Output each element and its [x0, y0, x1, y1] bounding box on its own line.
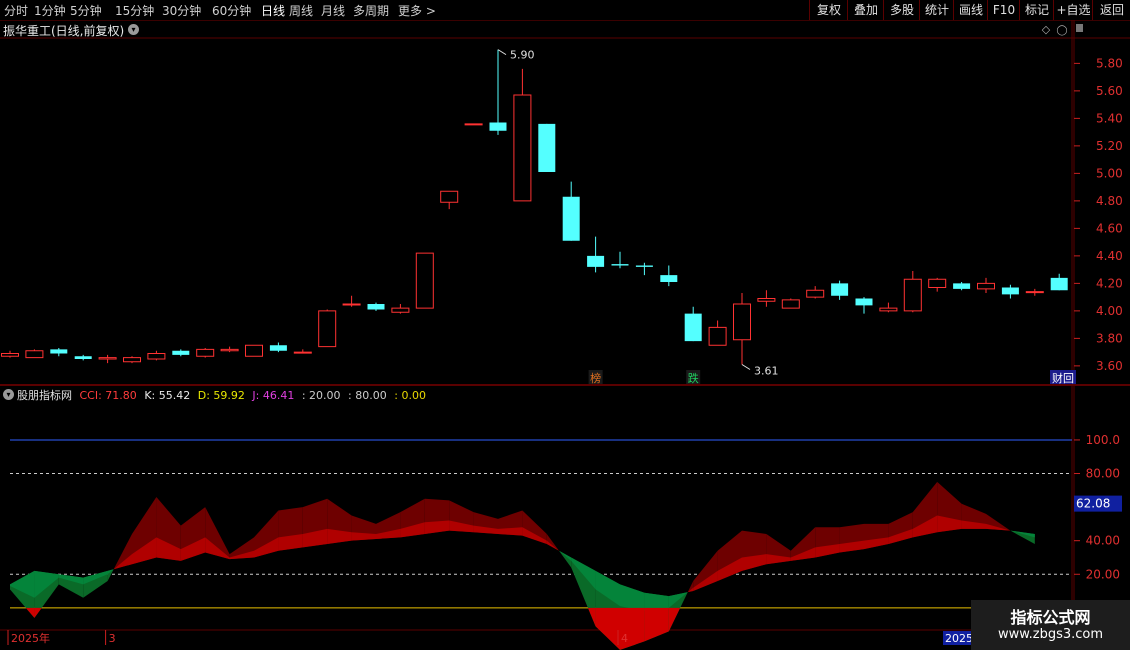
- date-axis-label: 4: [621, 632, 628, 645]
- candle-body: [611, 264, 629, 266]
- candle-body: [757, 298, 776, 302]
- indicator-axis-label: 100.0: [1086, 433, 1120, 447]
- candle-body: [1050, 277, 1068, 291]
- low-price-label: 3.61: [754, 365, 779, 378]
- candle-body: [293, 351, 312, 354]
- candle-body: [903, 278, 922, 312]
- oversold-fill: [595, 607, 620, 650]
- candle-body: [831, 283, 849, 296]
- candle-body: [196, 348, 215, 357]
- band-k-d: [424, 520, 450, 534]
- candle-body: [245, 344, 263, 357]
- candle-body: [708, 326, 727, 346]
- price-axis-label: 4.00: [1096, 304, 1123, 318]
- candle-body: [1025, 291, 1044, 294]
- price-axis-label: 3.60: [1096, 359, 1123, 373]
- watermark: 指标公式网 www.zbgs3.com: [971, 600, 1130, 650]
- candle-body: [415, 252, 434, 309]
- candle-body: [1001, 287, 1019, 295]
- date-axis-label: 3: [109, 632, 116, 645]
- high-arrow: [497, 49, 507, 56]
- kline-chart[interactable]: 5.80 5.60 5.40 5.20 5.00 4.80 4.60 4.40 4.20 4.00…: [0, 0, 1130, 650]
- corner-badge: 财回: [1052, 371, 1074, 385]
- price-axis-label: 5.80: [1096, 56, 1123, 70]
- candle-body: [318, 310, 337, 348]
- event-marker: 跌: [688, 371, 699, 385]
- candle-body: [440, 190, 459, 203]
- candle-body: [513, 94, 532, 202]
- candle-body: [928, 278, 947, 288]
- candle-body: [367, 304, 385, 310]
- price-axis-label: 4.80: [1096, 194, 1123, 208]
- date-axis-label: 2025年: [11, 631, 50, 645]
- high-price-label: 5.90: [510, 49, 535, 62]
- candle-body: [587, 255, 605, 267]
- candle-body: [50, 349, 68, 354]
- price-axis-label: 4.40: [1096, 249, 1123, 263]
- candle-body: [464, 123, 483, 126]
- candle-body: [684, 313, 702, 342]
- oversold-fill: [34, 607, 42, 618]
- candle-body: [806, 289, 825, 298]
- scroll-icon: [1076, 24, 1083, 32]
- price-axis-label: 4.20: [1096, 276, 1123, 290]
- price-axis-label: 5.00: [1096, 166, 1123, 180]
- candle-body: [220, 348, 239, 352]
- candle-body: [562, 196, 580, 241]
- oversold-fill: [668, 607, 681, 632]
- price-axis-label: 5.60: [1096, 84, 1123, 98]
- candle-body: [733, 303, 751, 341]
- candle-body: [98, 357, 117, 360]
- price-axis-label: 3.80: [1096, 331, 1123, 345]
- price-axis-label: 5.20: [1096, 139, 1123, 153]
- watermark-title: 指标公式网: [1010, 608, 1091, 627]
- oversold-fill: [25, 607, 35, 618]
- candle-body: [342, 303, 361, 306]
- candle-body: [74, 356, 92, 359]
- current-value-label: 62.08: [1076, 497, 1110, 511]
- price-axis-label: 5.40: [1096, 111, 1123, 125]
- event-marker: 榜: [590, 371, 601, 385]
- candle-body: [25, 350, 44, 359]
- candle-body: [172, 350, 190, 355]
- candle-body: [635, 265, 653, 267]
- candle-body: [538, 123, 556, 172]
- oversold-fill: [644, 607, 669, 642]
- candle-body: [977, 282, 995, 290]
- candle-body: [1, 353, 19, 357]
- candle-body: [489, 122, 507, 131]
- candle-body: [660, 275, 678, 282]
- candle-body: [123, 357, 141, 363]
- low-arrow: [741, 364, 751, 370]
- circle-icon: ◯: [1056, 25, 1067, 36]
- indicator-axis-label: 20.00: [1086, 567, 1120, 581]
- candle-body: [391, 307, 410, 313]
- indicator-axis-label: 40.00: [1086, 534, 1120, 548]
- candle-body: [147, 353, 166, 360]
- date-tag-right: 2025: [945, 632, 973, 645]
- candle-body: [953, 283, 971, 289]
- candle-body: [781, 299, 800, 309]
- diamond-icon: ◇: [1042, 23, 1051, 36]
- indicator-axis-label: 80.00: [1086, 467, 1120, 481]
- candle-body: [879, 307, 898, 312]
- candle-body: [855, 298, 873, 306]
- candle-body: [269, 345, 287, 351]
- price-axis-label: 4.60: [1096, 221, 1123, 235]
- watermark-url: www.zbgs3.com: [997, 627, 1104, 642]
